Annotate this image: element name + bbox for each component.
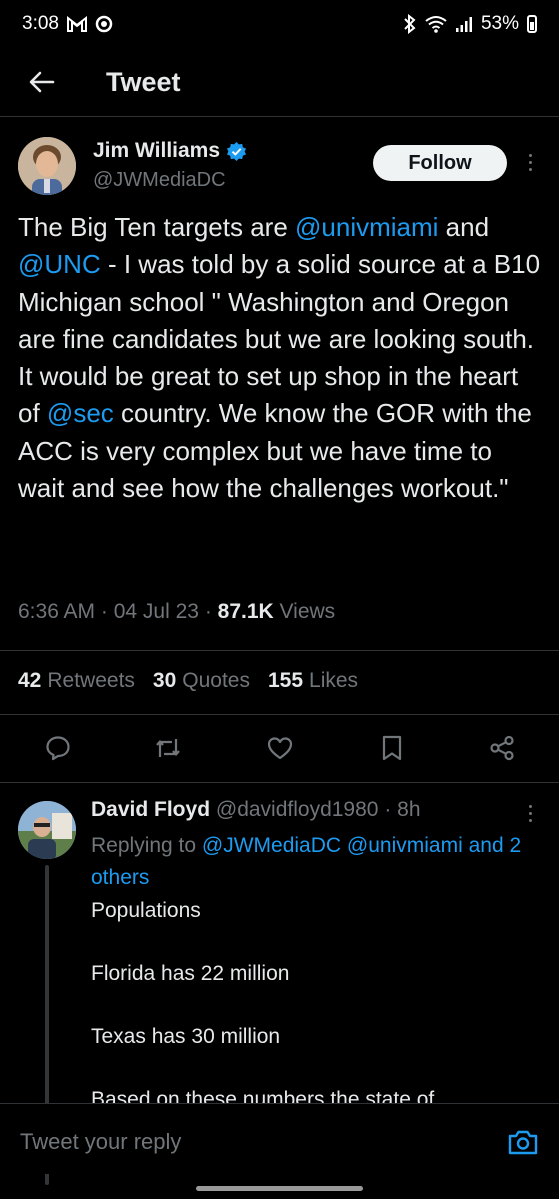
likes-stat[interactable]: 155 Likes xyxy=(268,669,358,693)
share-icon xyxy=(490,735,514,761)
gmail-icon xyxy=(66,16,87,32)
more-vert-icon xyxy=(528,153,532,157)
reply-composer xyxy=(0,1103,559,1174)
mention-link[interactable]: @UNC xyxy=(18,249,101,279)
bookmark-icon xyxy=(382,735,402,761)
more-options-button[interactable] xyxy=(520,147,540,177)
reply-input[interactable] xyxy=(18,1126,462,1158)
retweet-icon xyxy=(156,739,180,757)
comment-icon xyxy=(46,736,70,761)
retweet-button[interactable] xyxy=(146,726,190,770)
tweet-text: The Big Ten targets are @univmiami and @… xyxy=(18,212,541,504)
camera-button[interactable] xyxy=(507,1128,541,1158)
author-handle[interactable]: @JWMediaDC xyxy=(93,169,226,192)
main-tweet: Jim Williams @JWMediaDC Follow The Big T… xyxy=(0,117,559,623)
avatar[interactable] xyxy=(18,137,76,195)
actions-divider xyxy=(0,782,559,783)
bookmark-button[interactable] xyxy=(370,726,414,770)
gesture-nav-bar[interactable] xyxy=(196,1186,363,1191)
engagement-stats: 42 Retweets 30 Quotes 155 Likes xyxy=(18,669,358,693)
more-vert-icon xyxy=(528,804,532,808)
arrow-left-icon xyxy=(29,71,55,93)
status-bar: 3:08 53% xyxy=(0,0,559,48)
quotes-stat[interactable]: 30 Quotes xyxy=(153,669,250,693)
reply-button[interactable] xyxy=(36,726,80,770)
tweet-time: 6:36 AM xyxy=(18,600,96,623)
share-button[interactable] xyxy=(480,726,524,770)
verified-badge-icon xyxy=(226,141,247,161)
heart-icon xyxy=(267,737,293,760)
reply-author-name[interactable]: David Floyd xyxy=(91,798,210,821)
back-button[interactable] xyxy=(18,58,66,106)
meta-divider xyxy=(0,650,559,651)
tweet-date: 04 Jul 23 xyxy=(113,600,199,623)
wifi-icon xyxy=(425,15,447,33)
author-name[interactable]: Jim Williams xyxy=(93,139,220,163)
reply-header: David Floyd @davidfloyd1980 · 8h xyxy=(91,798,421,821)
reply-author-handle[interactable]: @davidfloyd1980 xyxy=(216,798,379,821)
views-count[interactable]: 87.1K xyxy=(218,600,274,623)
like-button[interactable] xyxy=(258,726,302,770)
follow-button[interactable]: Follow xyxy=(373,145,507,181)
reply-more-button[interactable] xyxy=(520,801,540,825)
views-label[interactable]: Views xyxy=(280,600,336,623)
circle-notification-icon xyxy=(95,15,113,33)
stats-divider xyxy=(0,714,559,715)
avatar[interactable] xyxy=(18,801,76,859)
mention-link[interactable]: @sec xyxy=(47,398,114,428)
reply-age: 8h xyxy=(397,798,421,821)
tweet-meta: 6:36 AM · 04 Jul 23 · 87.1K Views xyxy=(18,600,336,623)
retweets-stat[interactable]: 42 Retweets xyxy=(18,669,135,693)
signal-icon xyxy=(455,15,473,33)
reply-line: Texas has 30 million xyxy=(91,1025,281,1048)
tweet-actions xyxy=(0,726,559,770)
reply-line: Florida has 22 million xyxy=(91,962,290,985)
page-title: Tweet xyxy=(106,66,181,97)
status-time: 3:08 xyxy=(22,13,59,34)
battery-percent: 53% xyxy=(480,13,519,34)
mention-link[interactable]: @JWMediaDC xyxy=(202,834,341,857)
battery-icon xyxy=(527,15,537,33)
mention-link[interactable]: @univmiami xyxy=(347,834,463,857)
replying-to: Replying to @JWMediaDC @univmiami and 2 … xyxy=(91,834,522,889)
mention-link[interactable]: @univmiami xyxy=(295,212,438,242)
top-app-bar: Tweet xyxy=(0,48,559,116)
tweet-author-row: Jim Williams @JWMediaDC Follow xyxy=(0,117,559,207)
bluetooth-icon xyxy=(403,14,417,34)
reply-line: Populations xyxy=(91,899,201,922)
camera-icon xyxy=(508,1130,538,1155)
